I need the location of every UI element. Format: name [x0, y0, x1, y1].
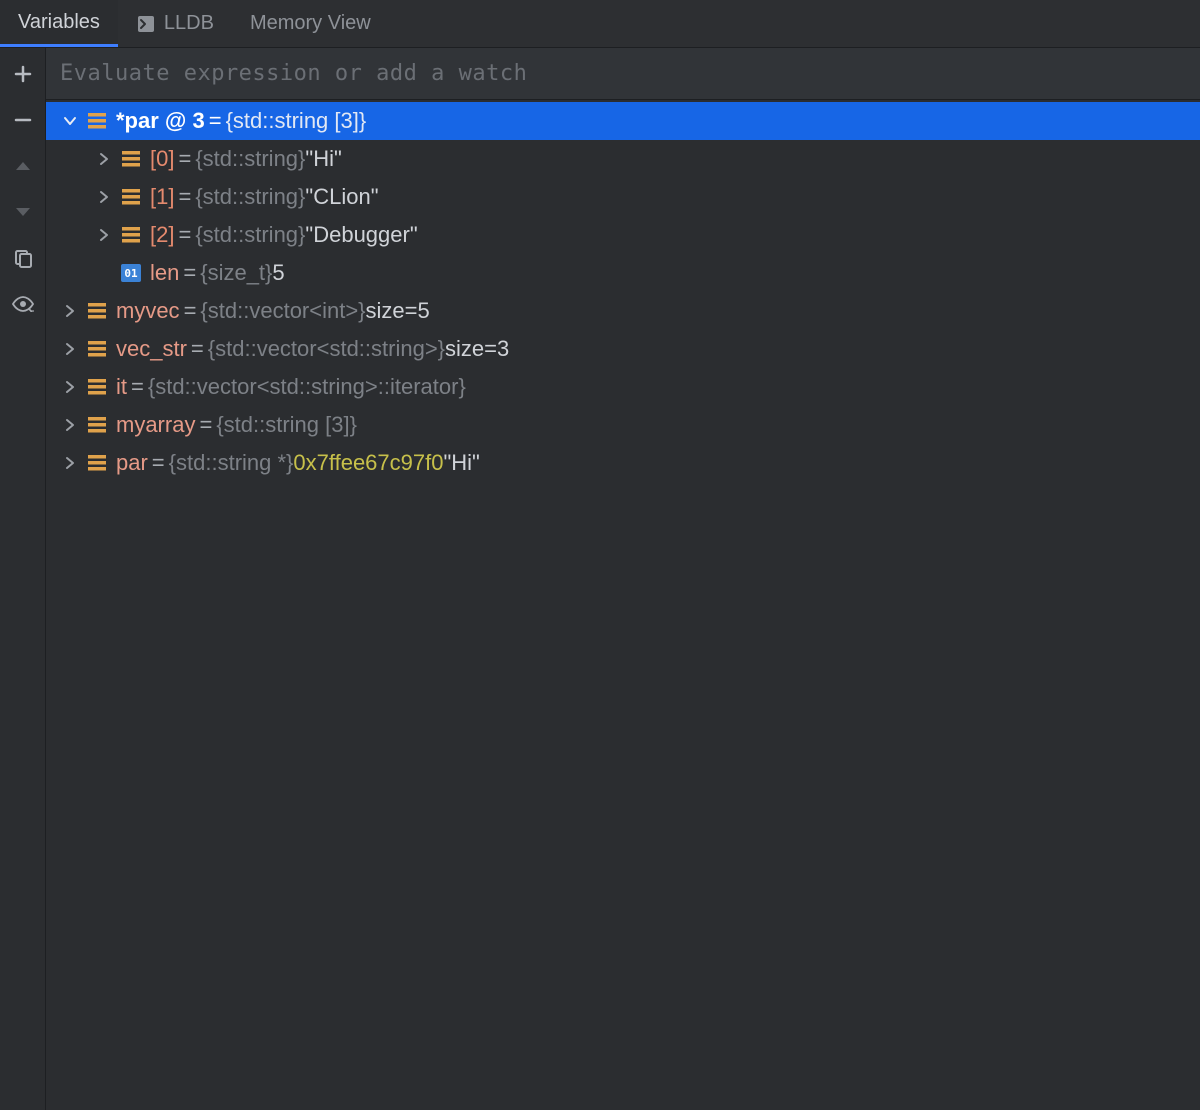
variable-row-index-0[interactable]: [0] = {std::string} "Hi"	[46, 140, 1200, 178]
variable-type: {std::string}	[195, 184, 305, 210]
tab-lldb-label: LLDB	[164, 12, 214, 35]
variable-type: {std::vector<std::string>::iterator}	[148, 374, 466, 400]
variable-row-len[interactable]: 01 len = {size_t} 5	[46, 254, 1200, 292]
eq: =	[131, 374, 144, 400]
variable-type: {std::string [3]}	[216, 412, 357, 438]
variable-value: "Debugger"	[305, 222, 417, 248]
variable-value: "Hi"	[305, 146, 341, 172]
variable-value: size=3	[445, 336, 509, 362]
variable-value: "CLion"	[305, 184, 378, 210]
struct-icon	[86, 300, 108, 322]
tab-variables[interactable]: Variables	[0, 0, 118, 47]
eq: =	[183, 260, 196, 286]
variable-name: myvec	[116, 298, 180, 324]
variable-type: {std::string}	[195, 222, 305, 248]
variable-name: [2]	[150, 222, 174, 248]
tab-lldb[interactable]: LLDB	[118, 0, 232, 47]
eq: =	[178, 222, 191, 248]
duplicate-watch-button[interactable]	[9, 244, 37, 272]
variable-type: {std::vector<std::string>}	[208, 336, 445, 362]
chevron-right-icon[interactable]	[92, 185, 116, 209]
variable-name: *par @ 3	[116, 108, 205, 134]
eq: =	[152, 450, 165, 476]
variable-row-index-1[interactable]: [1] = {std::string} "CLion"	[46, 178, 1200, 216]
chevron-right-icon[interactable]	[92, 147, 116, 171]
variable-value: 5	[272, 260, 284, 286]
remove-watch-button[interactable]	[9, 106, 37, 134]
variables-tree[interactable]: *par @ 3 = {std::string [3]} [0	[46, 100, 1200, 1110]
variable-value: size=5	[366, 298, 430, 324]
eq: =	[191, 336, 204, 362]
eq: =	[178, 146, 191, 172]
variable-type: {size_t}	[200, 260, 272, 286]
variable-name: len	[150, 260, 179, 286]
variable-address: 0x7ffee67c97f0	[293, 450, 443, 476]
console-icon	[136, 14, 156, 34]
chevron-right-icon[interactable]	[58, 337, 82, 361]
watch-placeholder: Evaluate expression or add a watch	[60, 61, 527, 86]
chevron-right-icon[interactable]	[58, 299, 82, 323]
chevron-right-icon[interactable]	[58, 451, 82, 475]
struct-icon	[86, 452, 108, 474]
eq: =	[184, 298, 197, 324]
eq: =	[209, 108, 222, 134]
struct-icon	[120, 186, 142, 208]
move-down-button[interactable]	[9, 198, 37, 226]
variable-type: {std::string [3]}	[226, 108, 367, 134]
variable-type: {std::vector<int>}	[200, 298, 365, 324]
struct-icon	[120, 148, 142, 170]
svg-text:01: 01	[124, 267, 138, 280]
chevron-down-icon[interactable]	[58, 109, 82, 133]
tab-memory-label: Memory View	[250, 12, 371, 35]
eq: =	[178, 184, 191, 210]
variable-name: [0]	[150, 146, 174, 172]
variable-value: "Hi"	[443, 450, 479, 476]
tab-variables-label: Variables	[18, 11, 100, 34]
variable-name: par	[116, 450, 148, 476]
struct-icon	[120, 224, 142, 246]
move-up-button[interactable]	[9, 152, 37, 180]
variable-name: it	[116, 374, 127, 400]
variable-row-vec-str[interactable]: vec_str = {std::vector<std::string>} siz…	[46, 330, 1200, 368]
debugger-tab-bar: Variables LLDB Memory View	[0, 0, 1200, 48]
variable-name: myarray	[116, 412, 195, 438]
chevron-right-icon[interactable]	[92, 223, 116, 247]
struct-icon	[86, 110, 108, 132]
variable-row-it[interactable]: it = {std::vector<std::string>::iterator…	[46, 368, 1200, 406]
variable-row-myarray[interactable]: myarray = {std::string [3]}	[46, 406, 1200, 444]
variable-row-par-at-3[interactable]: *par @ 3 = {std::string [3]}	[46, 102, 1200, 140]
variable-row-index-2[interactable]: [2] = {std::string} "Debugger"	[46, 216, 1200, 254]
eq: =	[199, 412, 212, 438]
show-watches-button[interactable]	[9, 290, 37, 318]
variable-name: vec_str	[116, 336, 187, 362]
toolbar-gutter	[0, 48, 46, 1110]
struct-icon	[86, 414, 108, 436]
variable-name: [1]	[150, 184, 174, 210]
struct-icon	[86, 376, 108, 398]
chevron-right-icon[interactable]	[58, 375, 82, 399]
struct-icon	[86, 338, 108, 360]
add-watch-button[interactable]	[9, 60, 37, 88]
variable-row-myvec[interactable]: myvec = {std::vector<int>} size=5	[46, 292, 1200, 330]
variable-row-par[interactable]: par = {std::string *} 0x7ffee67c97f0 "Hi…	[46, 444, 1200, 482]
watch-expression-input[interactable]: Evaluate expression or add a watch	[46, 48, 1200, 100]
variable-type: {std::string}	[195, 146, 305, 172]
variable-type: {std::string *}	[169, 450, 294, 476]
tab-memory-view[interactable]: Memory View	[232, 0, 389, 47]
binary-icon: 01	[120, 262, 142, 284]
chevron-right-icon[interactable]	[58, 413, 82, 437]
